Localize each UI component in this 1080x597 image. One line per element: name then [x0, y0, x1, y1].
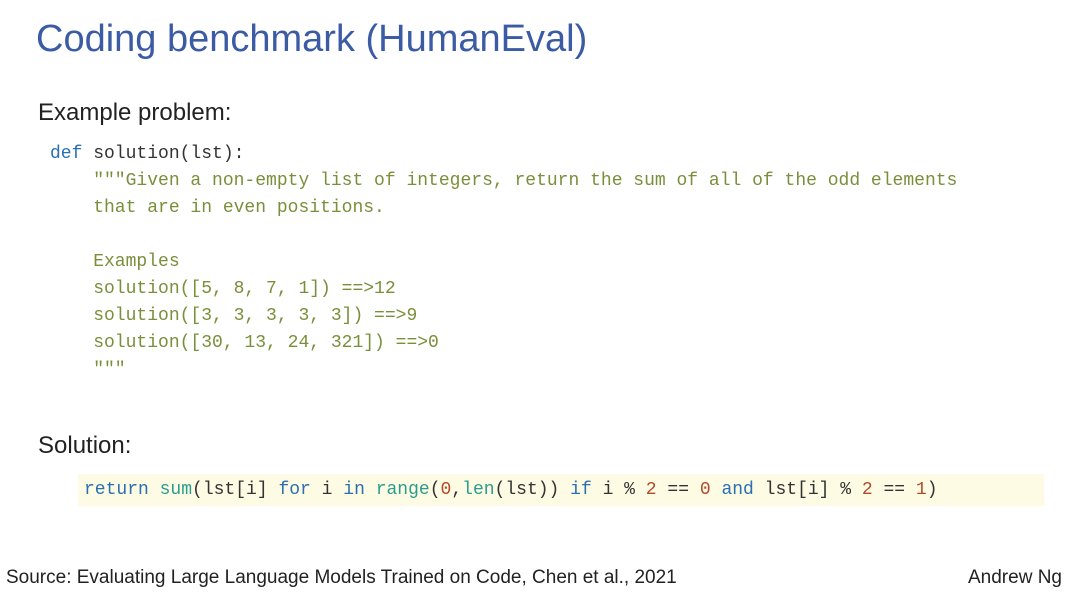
code-token: """Given a non-empty list of integers, r…: [50, 171, 957, 191]
code-token: """: [50, 360, 126, 380]
footer: Source: Evaluating Large Language Models…: [0, 567, 1080, 589]
example-code: def solution(lst): """Given a non-empty …: [0, 141, 1080, 384]
code-token: range: [376, 480, 430, 500]
code-token: ==: [657, 480, 700, 500]
solution-label: Solution:: [0, 432, 1080, 460]
code-token: and: [721, 480, 753, 500]
code-token: (lst[i]: [192, 480, 278, 500]
code-token: solution(lst):: [82, 144, 244, 164]
code-token: (lst)): [495, 480, 571, 500]
code-token: i: [311, 480, 343, 500]
example-label: Example problem:: [0, 99, 1080, 127]
code-token: sum: [160, 480, 192, 500]
code-token: [365, 480, 376, 500]
code-token: ,: [451, 480, 462, 500]
code-token: 2: [646, 480, 657, 500]
code-token: if: [570, 480, 592, 500]
code-token: that are in even positions.: [50, 198, 385, 218]
code-token: 1: [916, 480, 927, 500]
code-token: 0: [700, 480, 711, 500]
code-token: def: [50, 144, 82, 164]
code-token: solution([30, 13, 24, 321]) ==>0: [50, 333, 439, 353]
code-token: Examples: [50, 252, 180, 272]
code-token: i %: [592, 480, 646, 500]
source-citation: Source: Evaluating Large Language Models…: [6, 567, 677, 589]
code-token: solution([5, 8, 7, 1]) ==>12: [50, 279, 396, 299]
code-token: ): [927, 480, 938, 500]
code-token: ==: [873, 480, 916, 500]
code-token: in: [343, 480, 365, 500]
slide-title: Coding benchmark (HumanEval): [0, 0, 1080, 61]
code-token: 0: [441, 480, 452, 500]
code-token: return: [84, 480, 149, 500]
solution-code: return sum(lst[i] for i in range(0,len(l…: [78, 474, 1044, 506]
solution-section: Solution: return sum(lst[i] for i in ran…: [0, 432, 1080, 506]
code-token: [711, 480, 722, 500]
code-token: for: [278, 480, 310, 500]
code-token: 2: [862, 480, 873, 500]
code-token: solution([3, 3, 3, 3, 3]) ==>9: [50, 306, 417, 326]
code-token: lst[i] %: [754, 480, 862, 500]
code-token: (: [430, 480, 441, 500]
example-section: Example problem: def solution(lst): """G…: [0, 99, 1080, 384]
author-name: Andrew Ng: [968, 567, 1062, 589]
code-token: [149, 480, 160, 500]
code-token: len: [462, 480, 494, 500]
